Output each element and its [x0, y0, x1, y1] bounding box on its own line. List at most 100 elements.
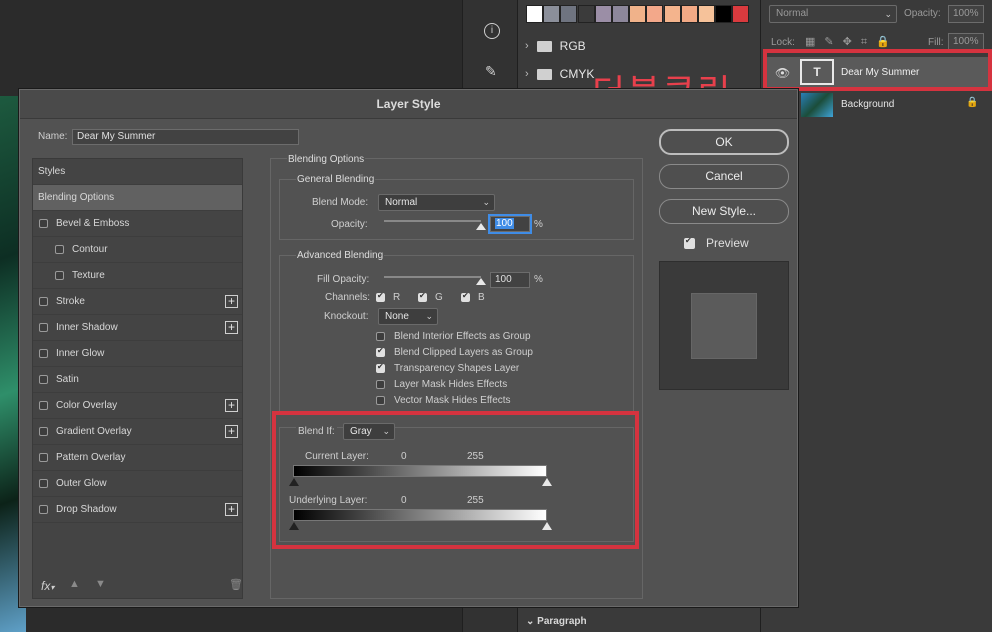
folder-icon	[536, 68, 552, 80]
brush-settings-icon[interactable]: ✎	[485, 63, 497, 80]
channel-r-checkbox[interactable]	[376, 291, 385, 302]
style-checkbox[interactable]	[39, 505, 48, 514]
advanced-option-checkbox[interactable]	[376, 380, 385, 389]
fill-opacity-label: Fill Opacity:	[317, 274, 370, 285]
color-swatch[interactable]	[577, 5, 595, 23]
style-checkbox[interactable]	[55, 271, 64, 280]
color-swatch[interactable]	[715, 5, 733, 23]
fill-opacity-slider[interactable]	[384, 276, 481, 278]
add-effect-icon[interactable]: +	[225, 321, 238, 334]
style-item[interactable]: Color Overlay +	[33, 393, 242, 419]
add-effect-icon[interactable]: +	[225, 425, 238, 438]
opacity-input[interactable]: 100	[488, 214, 532, 234]
style-checkbox[interactable]	[39, 349, 48, 358]
advanced-option-checkbox[interactable]	[376, 332, 385, 341]
color-swatch[interactable]	[646, 5, 664, 23]
lock-icons[interactable]: ▦✎✥⌗🔒	[805, 35, 899, 49]
styles-list: Styles Blending Options Bevel & Emboss Con…	[32, 158, 243, 599]
new-style-button[interactable]: New Style...	[659, 199, 789, 224]
add-effect-icon[interactable]: +	[225, 399, 238, 412]
opacity-label: Opacity:	[331, 219, 368, 230]
style-checkbox[interactable]	[39, 219, 48, 228]
layer-opacity-input[interactable]: 100%	[948, 5, 984, 23]
channel-b-checkbox[interactable]	[461, 291, 470, 302]
style-item[interactable]: Pattern Overlay	[33, 445, 242, 471]
move-down-icon[interactable]: ▼	[95, 578, 106, 590]
style-item[interactable]: Stroke +	[33, 289, 242, 315]
swatch-folder-rgb[interactable]: › RGB	[525, 36, 586, 56]
color-swatch[interactable]	[612, 5, 629, 23]
style-item[interactable]: Inner Glow	[33, 341, 242, 367]
layer-blend-mode-select[interactable]: Normal ⌄	[769, 5, 897, 23]
layer-blend-mode-value: Normal	[776, 8, 809, 19]
move-up-icon[interactable]: ▲	[69, 578, 80, 590]
style-checkbox[interactable]	[39, 453, 48, 462]
cancel-button[interactable]: Cancel	[659, 164, 789, 189]
chevron-down-icon: ⌄	[425, 311, 433, 321]
fill-opacity-slider-thumb[interactable]	[476, 278, 486, 285]
name-label: Name:	[38, 131, 68, 142]
general-blending-group: General Blending Blend Mode: Normal ⌄ Opa…	[279, 174, 634, 240]
style-item-label: Outer Glow	[56, 478, 107, 489]
style-item-label: Drop Shadow	[56, 504, 117, 515]
fx-icon[interactable]: fx▾	[41, 579, 54, 593]
layer-row-background[interactable]: Background 🔒	[766, 89, 990, 121]
style-checkbox[interactable]	[55, 245, 64, 254]
color-swatch[interactable]	[543, 5, 561, 23]
color-swatch[interactable]	[629, 5, 647, 23]
trash-icon[interactable]: 🗑	[229, 578, 243, 591]
fill-opacity-input[interactable]: 100	[490, 272, 530, 288]
style-checkbox[interactable]	[39, 401, 48, 410]
style-item[interactable]: Texture	[33, 263, 242, 289]
add-effect-icon[interactable]: +	[225, 295, 238, 308]
style-item[interactable]: Inner Shadow +	[33, 315, 242, 341]
folder-label: CMYK	[559, 67, 595, 81]
opacity-slider-thumb[interactable]	[476, 223, 486, 230]
style-item-label: Inner Shadow	[56, 322, 118, 333]
knockout-select[interactable]: None ⌄	[378, 308, 438, 325]
style-item[interactable]: Contour	[33, 237, 242, 263]
blending-options-title: Blending Options	[287, 154, 366, 165]
info-icon[interactable]: i	[484, 23, 500, 39]
color-swatch[interactable]	[526, 5, 543, 23]
swatch-folder-cmyk[interactable]: › CMYK	[525, 64, 594, 84]
advanced-option-checkbox[interactable]	[376, 396, 385, 405]
annotation-highlight-blend-if	[272, 411, 639, 549]
style-item[interactable]: Outer Glow	[33, 471, 242, 497]
color-swatch[interactable]	[560, 5, 578, 23]
style-checkbox[interactable]	[39, 297, 48, 306]
percent-label: %	[534, 274, 543, 285]
blend-mode-select[interactable]: Normal ⌄	[378, 194, 495, 211]
color-swatch[interactable]	[594, 5, 612, 23]
color-swatch[interactable]	[680, 5, 698, 23]
channels-label: Channels:	[325, 292, 371, 303]
advanced-option-checkbox[interactable]	[376, 346, 385, 357]
color-swatch[interactable]	[698, 5, 715, 23]
style-item-label: Stroke	[56, 296, 85, 307]
paragraph-panel-header[interactable]: ⌄ Paragraph	[526, 616, 587, 627]
style-item-label: Inner Glow	[56, 348, 105, 359]
add-effect-icon[interactable]: +	[225, 503, 238, 516]
percent-label: %	[534, 219, 543, 230]
layer-name-input[interactable]: Dear My Summer	[72, 129, 299, 145]
preview-checkbox[interactable]	[684, 236, 695, 249]
advanced-blending-group: Advanced Blending Fill Opacity: 100 % Ch…	[279, 250, 634, 412]
color-swatch[interactable]	[732, 5, 750, 23]
style-checkbox[interactable]	[39, 323, 48, 332]
style-item[interactable]: Satin	[33, 367, 242, 393]
styles-header[interactable]: Styles	[33, 159, 242, 185]
style-item[interactable]: Blending Options	[33, 185, 242, 211]
advanced-option-label: Vector Mask Hides Effects	[394, 395, 511, 406]
channel-g-checkbox[interactable]	[418, 291, 427, 302]
style-checkbox[interactable]	[39, 427, 48, 436]
style-checkbox[interactable]	[39, 375, 48, 384]
style-checkbox[interactable]	[39, 479, 48, 488]
style-item[interactable]: Gradient Overlay +	[33, 419, 242, 445]
advanced-option-checkbox[interactable]	[376, 362, 385, 373]
opacity-slider[interactable]	[384, 220, 481, 222]
style-item[interactable]: Drop Shadow +	[33, 497, 242, 523]
ok-button[interactable]: OK	[659, 129, 789, 155]
color-swatch[interactable]	[663, 5, 681, 23]
style-item[interactable]: Bevel & Emboss	[33, 211, 242, 237]
layer-opacity-label: Opacity:	[904, 8, 941, 19]
